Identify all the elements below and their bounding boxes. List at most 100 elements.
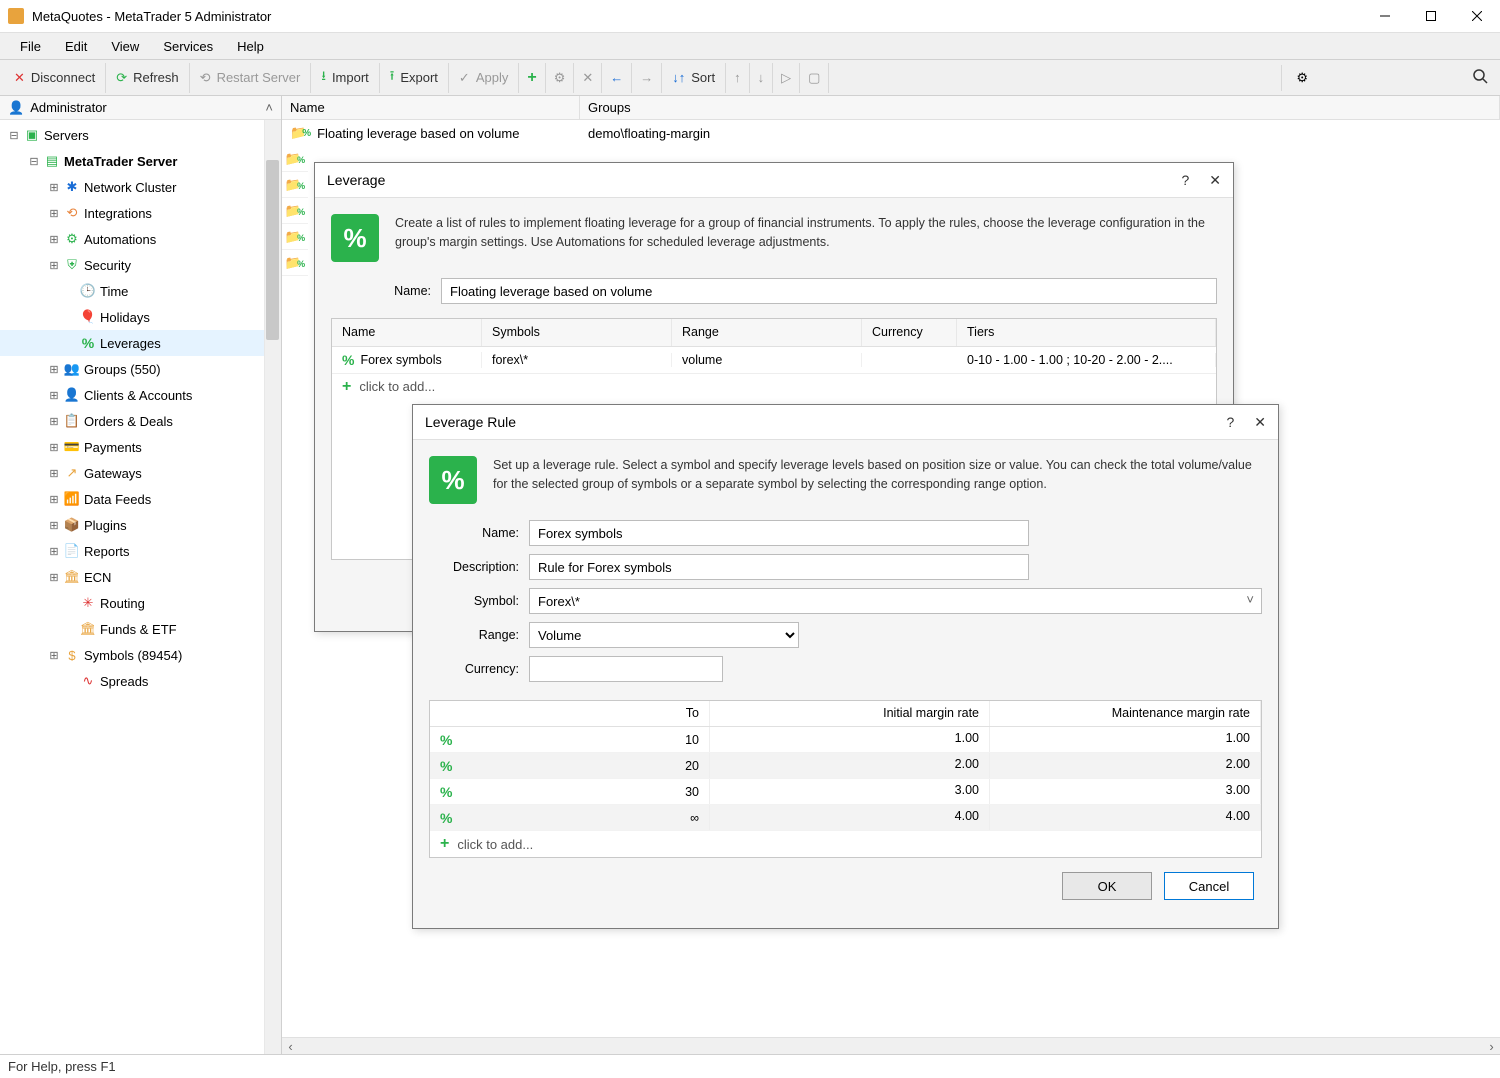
tree-automations[interactable]: ⊞⚙Automations — [0, 226, 281, 252]
scroll-thumb[interactable] — [266, 160, 279, 340]
expander-icon[interactable]: ⊞ — [48, 649, 60, 662]
maximize-button[interactable] — [1408, 0, 1454, 32]
minimize-button[interactable] — [1362, 0, 1408, 32]
expander-icon[interactable]: ⊞ — [48, 441, 60, 454]
settings-button[interactable]: ⚙ — [546, 63, 575, 93]
scroll-left-icon[interactable]: ‹ — [282, 1038, 299, 1055]
folder-row[interactable]: 📁% — [282, 224, 308, 250]
expander-icon[interactable]: ⊞ — [48, 181, 60, 194]
tree-security[interactable]: ⊞⛨Security — [0, 252, 281, 278]
cancel-button[interactable]: Cancel — [1164, 872, 1254, 900]
tree-routing[interactable]: ✳Routing — [0, 590, 281, 616]
tree-holidays[interactable]: 🎈Holidays — [0, 304, 281, 330]
table-row[interactable]: %20 2.00 2.00 — [430, 753, 1261, 779]
close-icon[interactable]: ✕ — [1254, 414, 1266, 431]
tree-network-cluster[interactable]: ⊞✱Network Cluster — [0, 174, 281, 200]
tree-metatrader-server[interactable]: ⊟ ▤ MetaTrader Server — [0, 148, 281, 174]
stop-button[interactable]: ▢ — [800, 63, 829, 93]
table-row[interactable]: %Forex symbols forex\* volume 0-10 - 1.0… — [332, 347, 1216, 373]
col-to[interactable]: To — [430, 701, 710, 726]
tree-header[interactable]: 👤 Administrator ˄ — [0, 96, 281, 120]
tree-groups[interactable]: ⊞👥Groups (550) — [0, 356, 281, 382]
tree-scrollbar[interactable] — [264, 120, 281, 1054]
add-tier-row[interactable]: + click to add... — [430, 831, 1261, 857]
expander-icon[interactable]: ⊞ — [48, 545, 60, 558]
delete-button[interactable]: ✕ — [574, 63, 602, 93]
tree-clients-accounts[interactable]: ⊞👤Clients & Accounts — [0, 382, 281, 408]
tree-integrations[interactable]: ⊞⟲Integrations — [0, 200, 281, 226]
col-name[interactable]: Name — [332, 319, 482, 346]
col-maint[interactable]: Maintenance margin rate — [990, 701, 1261, 726]
expander-icon[interactable]: ⊞ — [48, 207, 60, 220]
table-row[interactable]: 📁%Floating leverage based on volume demo… — [282, 120, 1500, 146]
tree-payments[interactable]: ⊞💳Payments — [0, 434, 281, 460]
col-currency[interactable]: Currency — [862, 319, 957, 346]
menu-view[interactable]: View — [99, 35, 151, 58]
search-icon[interactable] — [1464, 68, 1496, 87]
scroll-right-icon[interactable]: › — [1483, 1038, 1500, 1055]
expander-icon[interactable]: ⊞ — [48, 389, 60, 402]
expander-icon[interactable]: ⊞ — [48, 467, 60, 480]
tree-ecn[interactable]: ⊞🏛ECN — [0, 564, 281, 590]
rule-symbol-select[interactable] — [529, 588, 1262, 614]
rule-description-input[interactable] — [529, 554, 1029, 580]
import-button[interactable]: ⭳Import — [311, 63, 379, 93]
table-row[interactable]: %10 1.00 1.00 — [430, 727, 1261, 753]
tree-time[interactable]: 🕒Time — [0, 278, 281, 304]
h-scrollbar[interactable]: ‹ › — [282, 1037, 1500, 1054]
dialog-titlebar[interactable]: Leverage ? ✕ — [315, 163, 1233, 197]
expander-icon[interactable]: ⊞ — [48, 493, 60, 506]
tree-orders-deals[interactable]: ⊞📋Orders & Deals — [0, 408, 281, 434]
filter-icon[interactable]: ⚙ — [1290, 70, 1314, 86]
col-range[interactable]: Range — [672, 319, 862, 346]
menu-help[interactable]: Help — [225, 35, 276, 58]
export-button[interactable]: ⭱Export — [380, 63, 449, 93]
dialog-titlebar[interactable]: Leverage Rule ? ✕ — [413, 405, 1278, 439]
tree-plugins[interactable]: ⊞📦Plugins — [0, 512, 281, 538]
add-rule-row[interactable]: + click to add... — [332, 373, 1216, 399]
expander-icon[interactable]: ⊞ — [48, 519, 60, 532]
tree-spreads[interactable]: ∿Spreads — [0, 668, 281, 694]
col-tiers[interactable]: Tiers — [957, 319, 1216, 346]
leverage-name-input[interactable] — [441, 278, 1217, 304]
folder-row[interactable]: 📁% — [282, 172, 308, 198]
col-groups[interactable]: Groups — [580, 96, 1500, 119]
help-icon[interactable]: ? — [1226, 414, 1234, 431]
table-row[interactable]: %30 3.00 3.00 — [430, 779, 1261, 805]
tree-symbols[interactable]: ⊞$Symbols (89454) — [0, 642, 281, 668]
menu-edit[interactable]: Edit — [53, 35, 99, 58]
disconnect-button[interactable]: ✕Disconnect — [4, 63, 106, 93]
close-icon[interactable]: ✕ — [1209, 172, 1221, 189]
folder-row[interactable]: 📁% — [282, 198, 308, 224]
back-button[interactable]: ← — [602, 63, 632, 93]
rule-name-input[interactable] — [529, 520, 1029, 546]
forward-button[interactable]: → — [632, 63, 662, 93]
table-row[interactable]: %∞ 4.00 4.00 — [430, 805, 1261, 831]
col-name[interactable]: Name — [282, 96, 580, 119]
expander-icon[interactable]: ⊞ — [48, 415, 60, 428]
move-up-button[interactable]: ↑ — [726, 63, 750, 93]
rule-currency-input[interactable] — [529, 656, 723, 682]
menu-file[interactable]: File — [8, 35, 53, 58]
caret-up-icon[interactable]: ˄ — [265, 100, 273, 115]
refresh-button[interactable]: ⟳Refresh — [106, 63, 189, 93]
tree-funds-etf[interactable]: 🏛Funds & ETF — [0, 616, 281, 642]
restart-server-button[interactable]: ⟲Restart Server — [190, 63, 312, 93]
sort-button[interactable]: ↓↑Sort — [662, 63, 726, 93]
folder-row[interactable]: 📁% — [282, 250, 308, 276]
rule-range-select[interactable]: Volume — [529, 622, 799, 648]
expander-icon[interactable]: ⊞ — [48, 259, 60, 272]
folder-row[interactable]: 📁% — [282, 146, 308, 172]
expander-icon[interactable]: ⊟ — [8, 129, 20, 142]
col-initial[interactable]: Initial margin rate — [710, 701, 990, 726]
tree-reports[interactable]: ⊞📄Reports — [0, 538, 281, 564]
expander-icon[interactable]: ⊟ — [28, 155, 40, 168]
menu-services[interactable]: Services — [151, 35, 225, 58]
tree-servers[interactable]: ⊟ ▣ Servers — [0, 122, 281, 148]
help-icon[interactable]: ? — [1181, 172, 1189, 189]
move-down-button[interactable]: ↓ — [750, 63, 774, 93]
apply-button[interactable]: ✓Apply — [449, 63, 519, 93]
tree-gateways[interactable]: ⊞↗Gateways — [0, 460, 281, 486]
play-button[interactable]: ▷ — [773, 63, 800, 93]
tree-data-feeds[interactable]: ⊞📶Data Feeds — [0, 486, 281, 512]
